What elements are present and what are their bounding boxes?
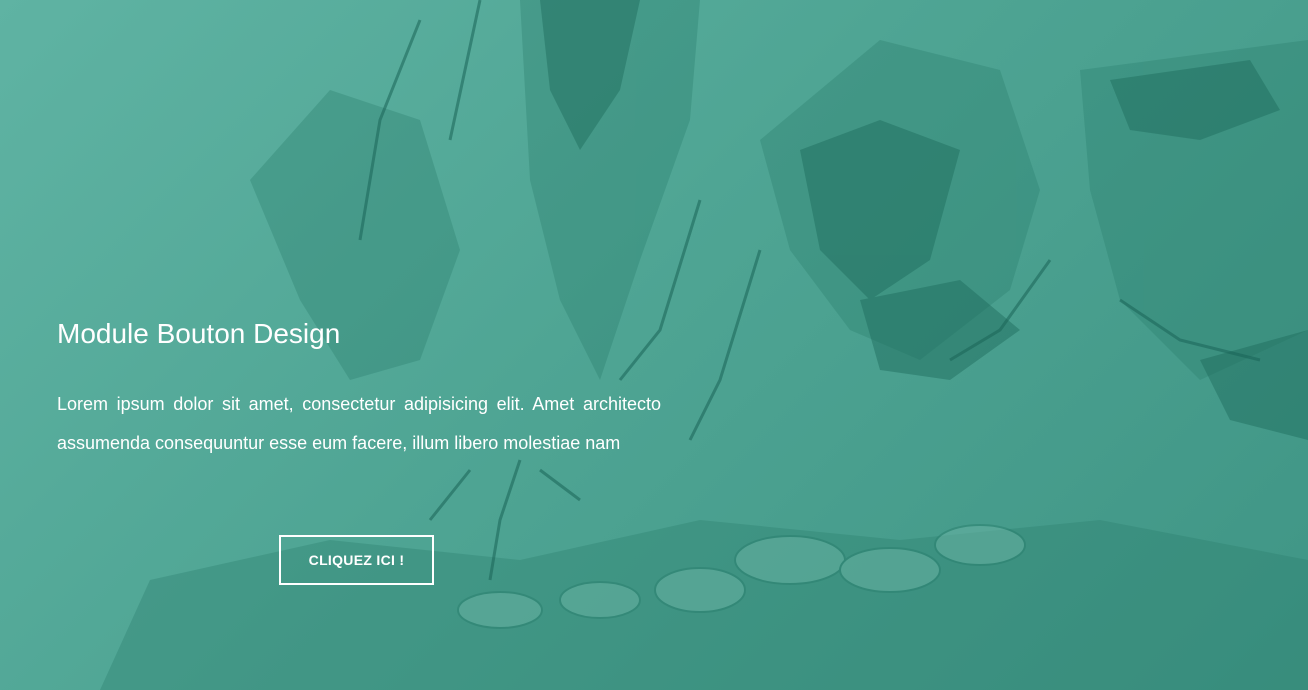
hero-content: Module Bouton Design Lorem ipsum dolor s… bbox=[57, 316, 661, 463]
hero-title: Module Bouton Design bbox=[57, 318, 341, 349]
cta-button[interactable]: CLIQUEZ ICI ! bbox=[279, 535, 434, 585]
hero-description: Lorem ipsum dolor sit amet, consectetur … bbox=[57, 394, 661, 453]
hero-section: Module Bouton Design Lorem ipsum dolor s… bbox=[0, 0, 1308, 690]
